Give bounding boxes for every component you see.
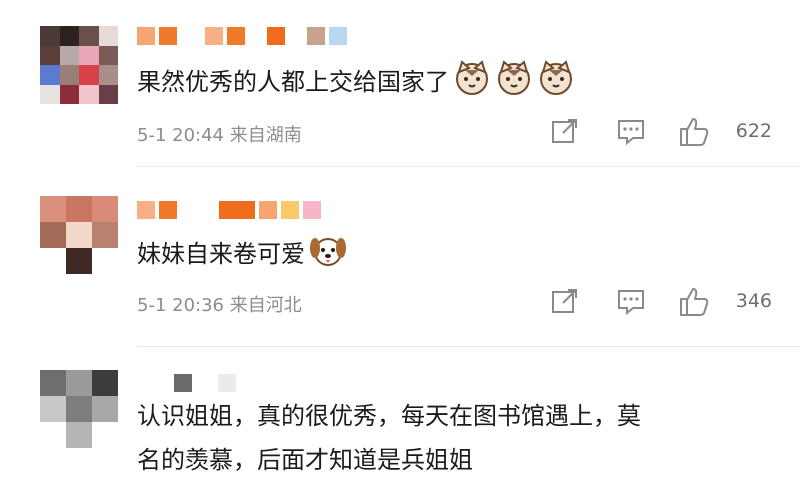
share-icon[interactable] (550, 286, 580, 320)
comment-time: 5-1 20:44 (137, 125, 224, 146)
cat-face-icon (537, 60, 575, 106)
cat-face-icon (453, 60, 491, 106)
comment-meta: 5-1 20:44 来自湖南 (137, 121, 302, 147)
comment-time: 5-1 20:36 (137, 295, 224, 316)
like-count: 622 (735, 120, 772, 142)
comment-location: 来自湖南 (229, 125, 302, 146)
share-icon[interactable] (550, 116, 580, 150)
comment-icon[interactable] (616, 286, 646, 320)
avatar[interactable] (40, 26, 118, 104)
cat-face-icon (495, 60, 533, 106)
comment-text-line: 名的羡慕，后面才知道是兵姐姐 (137, 446, 473, 474)
avatar[interactable] (40, 196, 118, 274)
comment-actions: 622 (530, 116, 800, 146)
comment-item: 妹妹自来卷可爱 5-1 20:36 来自河北 346 (0, 170, 800, 350)
comment-text: 妹妹自来卷可爱 (137, 232, 347, 278)
avatar[interactable] (40, 370, 118, 448)
divider (137, 166, 800, 167)
comment-actions: 346 (530, 286, 800, 316)
divider (137, 346, 800, 347)
username[interactable] (174, 374, 236, 392)
thumbs-up-icon[interactable] (678, 286, 710, 322)
comment-icon[interactable] (616, 116, 646, 150)
comment-location: 来自河北 (229, 295, 302, 316)
thumbs-up-icon[interactable] (678, 116, 710, 152)
comment-item: 认识姐姐，真的很优秀，每天在图书馆遇上，莫 名的羡慕，后面才知道是兵姐姐 (0, 350, 800, 488)
comment-text: 认识姐姐，真的很优秀，每天在图书馆遇上，莫 名的羡慕，后面才知道是兵姐姐 (137, 398, 641, 478)
comment-item: 果然优秀的人都上交给国家了 5-1 20:44 来自湖南 622 (0, 0, 800, 170)
dog-face-icon (309, 232, 347, 278)
username[interactable] (137, 27, 347, 45)
like-count: 346 (735, 290, 772, 312)
comment-meta: 5-1 20:36 来自河北 (137, 291, 302, 317)
comment-text: 果然优秀的人都上交给国家了 (137, 60, 575, 106)
comment-text-line: 认识姐姐，真的很优秀，每天在图书馆遇上，莫 (137, 402, 641, 430)
username[interactable] (137, 201, 321, 219)
